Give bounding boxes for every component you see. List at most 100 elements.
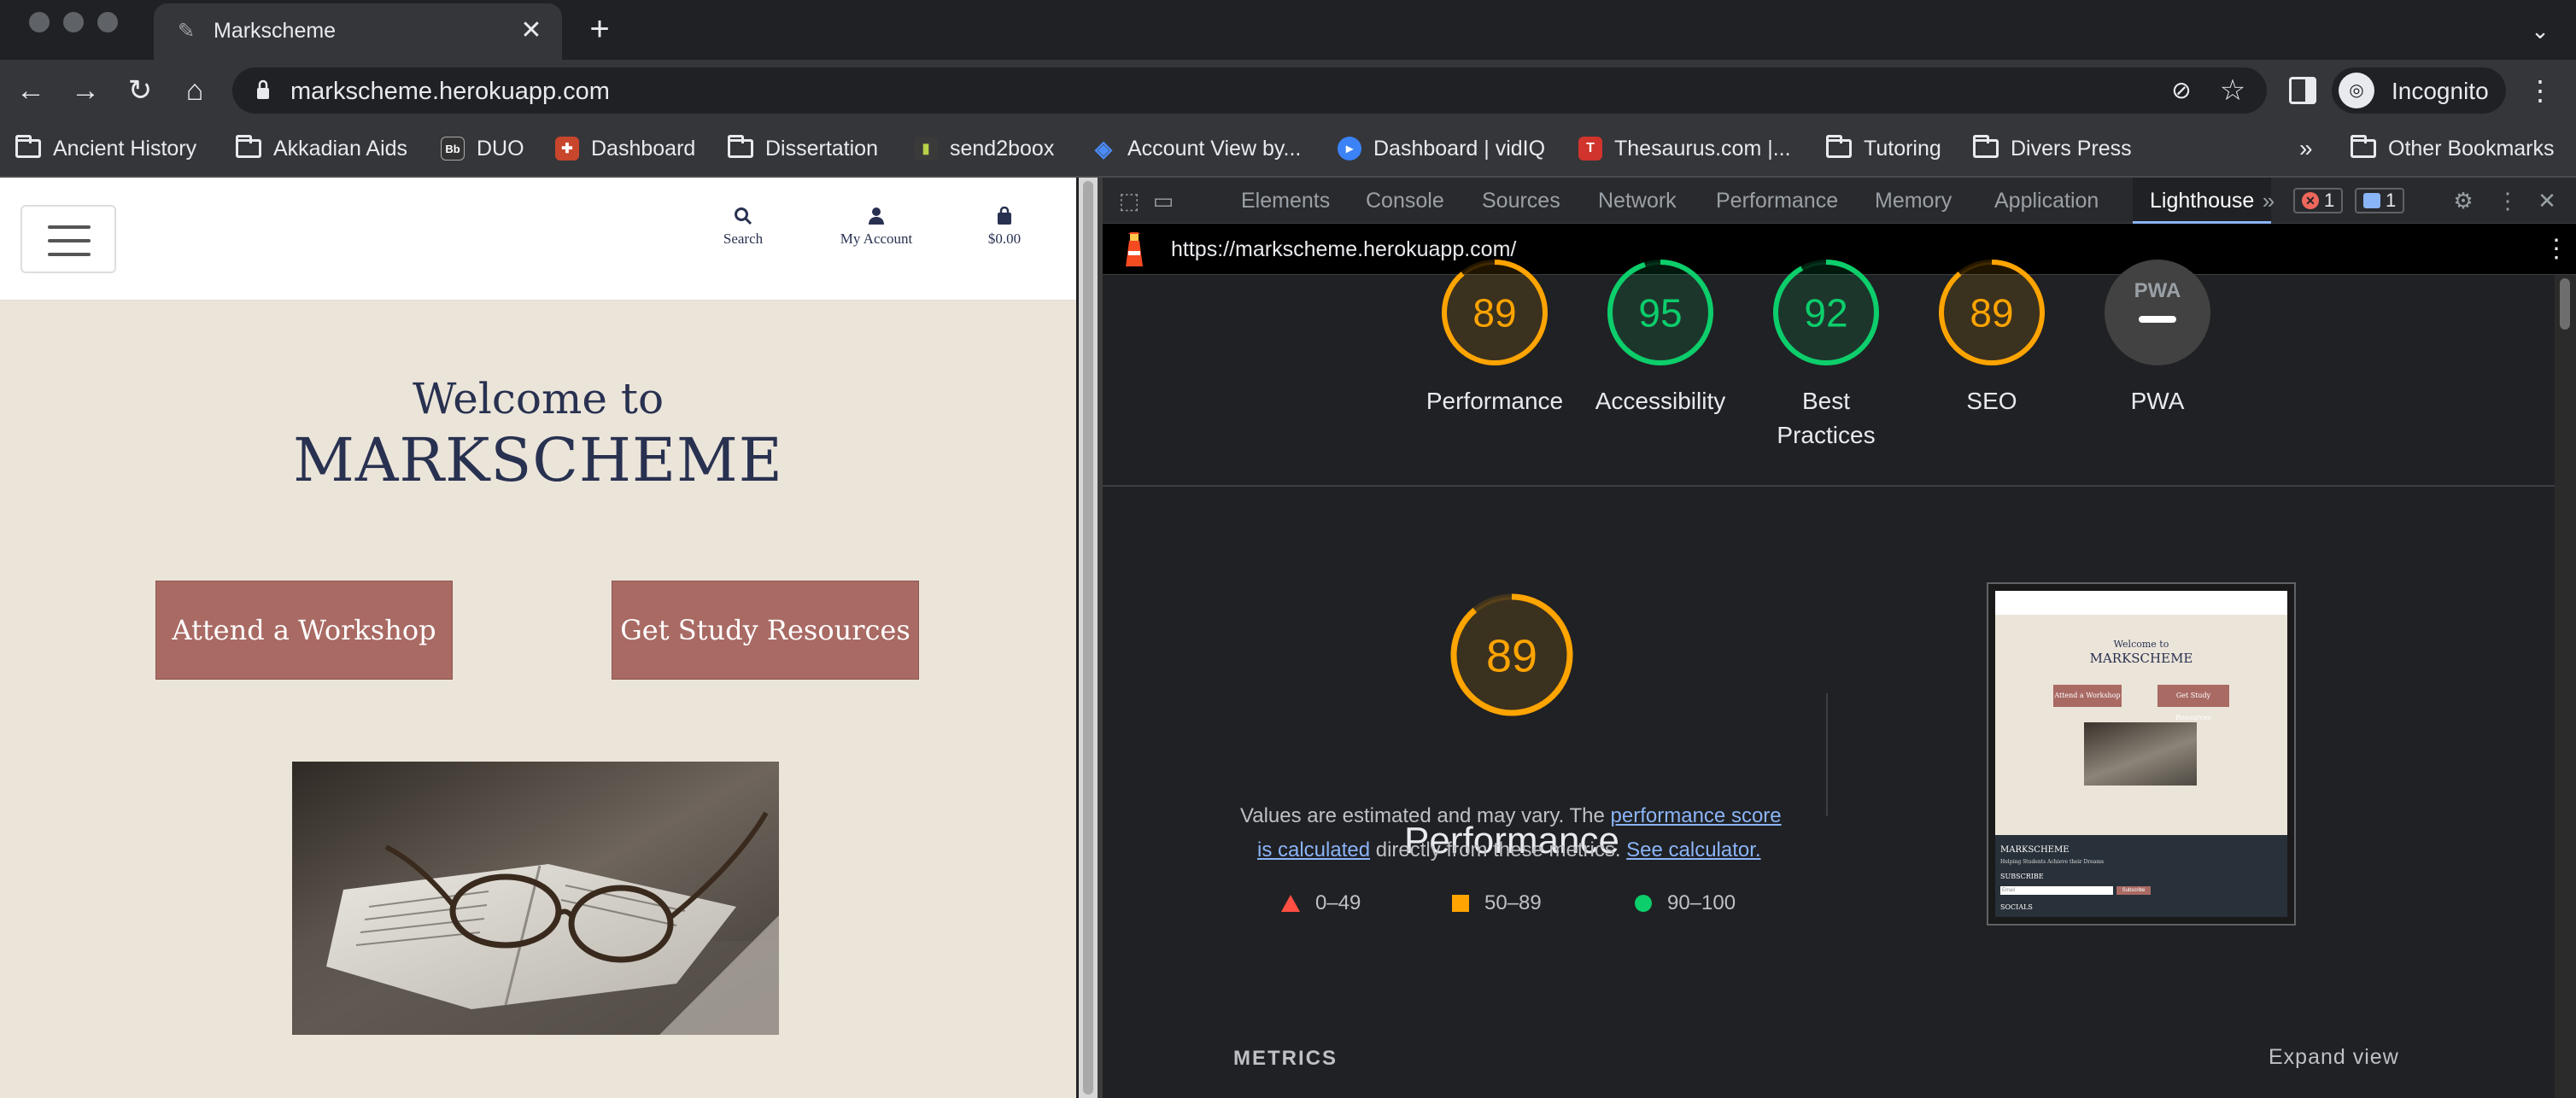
error-icon: ✕: [2302, 192, 2319, 209]
error-count-badge[interactable]: ✕ 1: [2293, 188, 2344, 213]
message-icon: [2363, 193, 2380, 208]
bookmark-tutoring[interactable]: Tutoring: [1826, 130, 1941, 167]
inspect-element-icon[interactable]: ⬚: [1116, 188, 1142, 213]
send2boox-favicon: ▮: [914, 137, 938, 161]
gauge-performance[interactable]: 89: [1439, 257, 1550, 368]
folder-icon: [728, 135, 753, 158]
legend-fail: 0–49: [1281, 891, 1361, 915]
search-link[interactable]: Search: [692, 207, 794, 248]
tab-console[interactable]: Console: [1366, 178, 1444, 224]
address-bar[interactable]: markscheme.herokuapp.com ⊘ ☆: [232, 67, 2267, 114]
performance-note-line2: is calculated directly from these metric…: [1257, 833, 1761, 867]
bookmark-star-icon[interactable]: ☆: [2217, 74, 2248, 107]
maximize-window-button[interactable]: [97, 12, 118, 32]
new-tab-button[interactable]: +: [583, 12, 617, 50]
gauge-seo[interactable]: 89: [1936, 257, 2047, 368]
other-bookmarks[interactable]: Other Bookmarks: [2351, 130, 2555, 167]
devtools-menu-icon[interactable]: ⋮: [2495, 188, 2520, 213]
bookmark-account-view[interactable]: ◈ Account View by...: [1092, 130, 1301, 167]
bookmark-ancient-history[interactable]: Ancient History: [15, 130, 196, 167]
legend-average: 50–89: [1452, 891, 1542, 915]
message-count: 1: [2386, 190, 2397, 211]
site-header: Search My Account $0.00: [0, 178, 1076, 301]
gauge-best-practices[interactable]: 92: [1771, 257, 1882, 368]
bookmark-thesaurus[interactable]: T Thesaurus.com |...: [1578, 130, 1791, 167]
tab-elements[interactable]: Elements: [1241, 178, 1330, 224]
bookmark-divers-press[interactable]: Divers Press: [1973, 130, 2132, 167]
my-account-link[interactable]: My Account: [825, 207, 928, 248]
bookmark-vidiq[interactable]: ▸ Dashboard | vidIQ: [1338, 130, 1545, 167]
attend-workshop-button[interactable]: Attend a Workshop: [155, 581, 453, 680]
tab-lighthouse[interactable]: Lighthouse: [2133, 178, 2272, 224]
bookmark-dashboard[interactable]: ✚ Dashboard: [555, 130, 695, 167]
red-triangle-icon: [1281, 895, 1300, 912]
gauge-label-pwa[interactable]: PWA: [2072, 384, 2243, 418]
tab-memory[interactable]: Memory: [1875, 178, 1952, 224]
see-calculator-link[interactable]: See calculator.: [1626, 838, 1760, 861]
bookmark-label: Divers Press: [2011, 136, 2132, 161]
gauge-label-seo[interactable]: SEO: [1906, 384, 2077, 418]
minimize-window-button[interactable]: [63, 12, 84, 32]
website-viewport: Search My Account $0.00 Welcome to MARKS…: [0, 178, 1076, 1098]
gauge-label-accessibility[interactable]: Accessibility: [1575, 384, 1746, 418]
lock-icon: [257, 79, 269, 99]
reload-icon[interactable]: ↻: [120, 70, 161, 111]
chevron-down-icon[interactable]: ⌄: [2523, 14, 2557, 48]
browser-tab[interactable]: ✎ Markscheme ✕: [154, 3, 562, 60]
thumb-email-field: Email: [2000, 886, 2113, 895]
account-label: My Account: [840, 231, 913, 247]
settings-gear-icon[interactable]: ⚙: [2450, 188, 2476, 213]
page-screenshot-thumbnail[interactable]: Welcome to MARKSCHEME Attend a Workshop …: [1987, 582, 2296, 926]
hamburger-menu-button[interactable]: [20, 205, 116, 273]
gauge-label-performance[interactable]: Performance: [1409, 384, 1580, 418]
browser-toolbar: ← → ↻ ⌂ markscheme.herokuapp.com ⊘ ☆ ◎ I…: [0, 60, 2576, 121]
cart-link[interactable]: $0.00: [953, 206, 1056, 248]
device-toolbar-icon[interactable]: ▭: [1150, 188, 1176, 213]
bookmark-akkadian-aids[interactable]: Akkadian Aids: [236, 130, 407, 167]
side-panel-icon[interactable]: [2289, 77, 2316, 104]
bookmark-dissertation[interactable]: Dissertation: [728, 130, 878, 167]
tab-sources[interactable]: Sources: [1482, 178, 1560, 224]
gauge-accessibility[interactable]: 95: [1605, 257, 1716, 368]
tab-application[interactable]: Application: [1994, 178, 2099, 224]
incognito-profile-button[interactable]: ◎ Incognito: [2332, 67, 2506, 114]
pwa-badge-icon: [2105, 260, 2210, 365]
brand-heading: MARKSCHEME: [293, 425, 783, 495]
tab-network[interactable]: Network: [1598, 178, 1677, 224]
bookmark-send2boox[interactable]: ▮ send2boox: [914, 130, 1054, 167]
bookmark-duo[interactable]: Bb DUO: [441, 130, 524, 167]
feather-icon: ✎: [178, 20, 196, 43]
bookmarks-overflow-button[interactable]: »: [2299, 130, 2313, 167]
search-label: Search: [723, 231, 764, 247]
close-window-button[interactable]: [29, 12, 50, 32]
more-tabs-icon[interactable]: »: [2256, 188, 2281, 213]
message-count-badge[interactable]: 1: [2355, 188, 2405, 213]
lighthouse-scrollbar[interactable]: [2555, 275, 2576, 1098]
report-menu-icon[interactable]: ⋮: [2544, 232, 2569, 266]
home-icon[interactable]: ⌂: [174, 70, 215, 111]
hero-image-glasses-notebook: [292, 762, 779, 1035]
thumb-welcome: Welcome to: [2113, 639, 2169, 650]
gauge-label-line2: Practices: [1777, 422, 1876, 448]
thumb-socials-heading: SOCIALS: [2000, 903, 2033, 911]
close-devtools-icon[interactable]: ✕: [2534, 188, 2560, 213]
forward-arrow-icon[interactable]: →: [65, 70, 106, 111]
eye-slash-icon[interactable]: ⊘: [2166, 76, 2197, 105]
close-tab-icon[interactable]: ✕: [518, 14, 545, 48]
pwa-badge-text: PWA: [2134, 279, 2181, 302]
browser-menu-icon[interactable]: ⋮: [2526, 73, 2554, 108]
bookmark-label: DUO: [477, 136, 524, 161]
tab-performance[interactable]: Performance: [1716, 178, 1838, 224]
back-arrow-icon[interactable]: ←: [10, 70, 51, 111]
shopping-bag-icon: [953, 206, 1056, 227]
expand-view-toggle[interactable]: Expand view: [2269, 1045, 2399, 1070]
dashboard-favicon: ✚: [555, 137, 579, 161]
get-study-resources-button[interactable]: Get Study Resources: [612, 581, 919, 680]
thumb-hero-image: [2084, 722, 2197, 786]
is-calculated-link[interactable]: is calculated: [1257, 838, 1370, 861]
gauge-pwa[interactable]: PWA: [2105, 260, 2210, 365]
performance-score-link[interactable]: performance score: [1611, 804, 1782, 827]
gauge-performance-large[interactable]: 89: [1448, 591, 1576, 719]
website-scrollbar[interactable]: [1079, 178, 1098, 1098]
gauge-label-best-practices[interactable]: Best Practices: [1741, 384, 1912, 453]
